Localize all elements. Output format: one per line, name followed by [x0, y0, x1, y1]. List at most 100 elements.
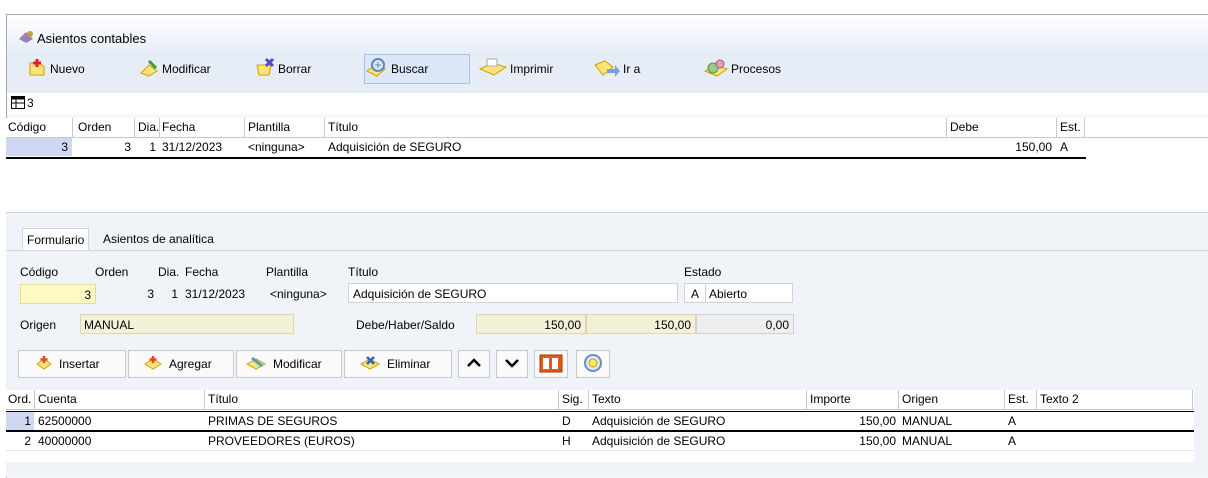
consult-button[interactable]: [576, 350, 610, 378]
col-header-origen[interactable]: Origen: [902, 390, 938, 409]
cell-texto: Adquisición de SEGURO: [592, 434, 726, 448]
numbering-button[interactable]: [534, 350, 568, 378]
buscar-label: Buscar: [391, 62, 429, 76]
pencil-icon: [138, 57, 162, 82]
modificar-button[interactable]: Modificar: [137, 54, 235, 84]
add-icon: [143, 354, 163, 375]
label-debe-haber-saldo: Debe/Haber/Saldo: [356, 318, 455, 332]
move-down-button[interactable]: [496, 350, 528, 378]
col-header-fecha[interactable]: Fecha: [162, 118, 195, 137]
asientos-grid[interactable]: Código Orden Dia. Fecha Plantilla Título…: [6, 118, 1208, 212]
table-row[interactable]: 1 62500000 PRIMAS DE SEGUROS D Adquisici…: [6, 411, 1194, 432]
procesos-button[interactable]: Procesos: [702, 54, 802, 84]
record-count: 3: [27, 96, 34, 110]
move-up-button[interactable]: [458, 350, 490, 378]
cell-importe: 150,00: [859, 434, 896, 448]
insertar-button[interactable]: Insertar: [18, 350, 126, 378]
new-doc-icon: [26, 57, 50, 82]
modificar-label: Modificar: [162, 62, 211, 76]
buscar-button[interactable]: Buscar: [364, 54, 470, 84]
nuevo-button[interactable]: Nuevo: [25, 54, 107, 84]
main-toolbar: Nuevo Modificar Borrar Buscar Imprimir I…: [7, 51, 1208, 93]
cell-titulo: PRIMAS DE SEGUROS: [208, 414, 338, 428]
imprimir-label: Imprimir: [510, 62, 554, 76]
col-header-titulo[interactable]: Título: [328, 118, 358, 137]
col-header-codigo[interactable]: Código: [8, 118, 46, 137]
label-titulo: Título: [348, 265, 379, 279]
col-header-dia[interactable]: Dia.: [138, 118, 159, 137]
agregar-label: Agregar: [169, 357, 212, 371]
plantilla-field[interactable]: <ninguna>: [270, 284, 346, 304]
label-origen: Origen: [20, 318, 57, 332]
col-header-texto2[interactable]: Texto 2: [1040, 390, 1079, 409]
col-header-est2[interactable]: Est.: [1008, 390, 1029, 409]
delete-icon: [254, 57, 278, 82]
col-header-texto[interactable]: Texto: [592, 390, 621, 409]
col-header-debe[interactable]: Debe: [950, 118, 979, 137]
edit-icon: [245, 354, 267, 375]
cell-ord: 2: [24, 434, 31, 448]
nuevo-label: Nuevo: [50, 62, 85, 76]
cell-sig: H: [562, 434, 571, 448]
lineas-grid[interactable]: Ord. Cuenta Título Sig. Texto Importe Or…: [6, 390, 1194, 462]
origen-field: MANUAL: [80, 314, 294, 334]
orden-field[interactable]: 3: [96, 284, 156, 304]
tab-formulario[interactable]: Formulario: [22, 228, 90, 251]
remove-icon: [359, 354, 381, 375]
ir-a-button[interactable]: Ir a: [592, 54, 666, 84]
col-header-ord[interactable]: Ord.: [8, 390, 31, 409]
estado-code-field[interactable]: A: [684, 283, 706, 303]
cell-sig: D: [562, 414, 571, 428]
cell-cuenta: 40000000: [38, 434, 92, 448]
cell-origen: MANUAL: [902, 434, 953, 448]
modificar-linea-button[interactable]: Modificar: [236, 350, 342, 378]
cell-est: A: [1008, 414, 1017, 428]
cell-plantilla: <ninguna>: [248, 140, 305, 154]
agregar-button[interactable]: Agregar: [128, 350, 234, 378]
table-icon: [11, 96, 25, 112]
search-icon: [365, 57, 391, 82]
cell-est: A: [1008, 434, 1017, 448]
insert-icon: [35, 354, 53, 375]
imprimir-button[interactable]: Imprimir: [477, 54, 569, 84]
estado-text-field: Abierto: [705, 283, 793, 303]
tab-asientos-analitica[interactable]: Asientos de analítica: [99, 228, 218, 250]
fecha-field[interactable]: 31/12/2023: [185, 284, 269, 304]
dia-field[interactable]: 1: [156, 284, 180, 304]
gears-icon: [703, 57, 731, 82]
numbering-icon: [539, 352, 563, 377]
haber-total-field: 150,00: [586, 314, 696, 334]
cell-titulo: PROVEEDORES (EUROS): [208, 434, 355, 448]
cell-fecha: 31/12/2023: [162, 140, 223, 154]
table-row[interactable]: 2 40000000 PROVEEDORES (EUROS) H Adquisi…: [6, 432, 1194, 451]
titulo-field[interactable]: Adquisición de SEGURO: [348, 283, 678, 303]
col-header-cuenta[interactable]: Cuenta: [38, 390, 77, 409]
cell-dia: 1: [149, 140, 156, 154]
eliminar-button[interactable]: Eliminar: [344, 350, 452, 378]
borrar-button[interactable]: Borrar: [253, 54, 339, 84]
label-codigo: Código: [20, 265, 59, 279]
codigo-field[interactable]: 3: [20, 284, 96, 304]
col-header-orden[interactable]: Orden: [78, 118, 111, 137]
col-header-titulo2[interactable]: Título: [208, 390, 238, 409]
eliminar-label: Eliminar: [387, 357, 431, 371]
col-header-sig[interactable]: Sig.: [562, 390, 583, 409]
procesos-label: Procesos: [731, 62, 782, 76]
ir-a-label: Ir a: [623, 62, 641, 76]
saldo-field: 0,00: [696, 314, 794, 334]
label-estado: Estado: [684, 265, 722, 279]
table-row[interactable]: 3 3 1 31/12/2023 <ninguna> Adquisición d…: [6, 138, 1086, 159]
window-app-icon: [17, 29, 35, 48]
label-plantilla: Plantilla: [266, 265, 309, 279]
title-bar: Asientos contables: [7, 15, 1208, 51]
col-header-importe[interactable]: Importe: [810, 390, 851, 409]
col-header-est[interactable]: Est.: [1060, 118, 1081, 137]
col-header-plantilla[interactable]: Plantilla: [248, 118, 290, 137]
cell-codigo: 3: [6, 138, 72, 156]
cell-importe: 150,00: [859, 414, 896, 428]
label-orden: Orden: [95, 265, 129, 279]
cell-orden: 3: [124, 140, 131, 154]
cell-est: A: [1060, 140, 1069, 154]
cell-cuenta: 62500000: [38, 414, 92, 428]
label-fecha: Fecha: [185, 265, 219, 279]
